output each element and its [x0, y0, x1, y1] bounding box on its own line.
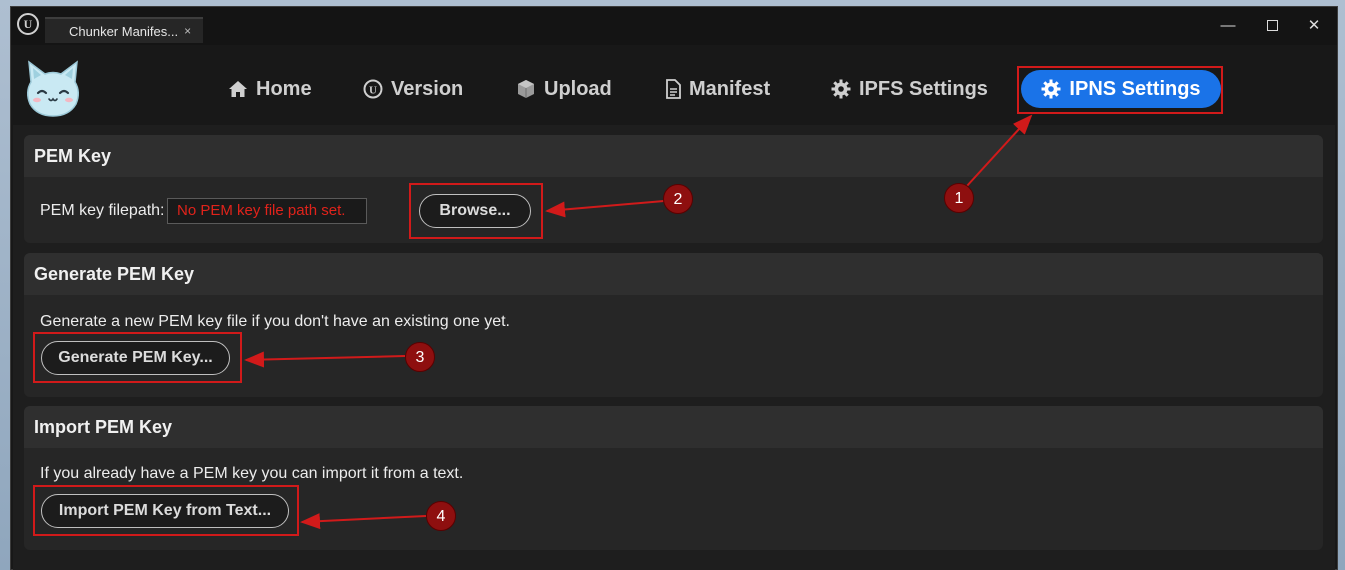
nav-manifest[interactable]: Manifest	[647, 70, 788, 108]
title-bar: U Chunker Manifes... × — ✕	[11, 7, 1337, 45]
annotation-marker-4: 4	[426, 501, 456, 531]
annotation-marker-2: 2	[663, 184, 693, 214]
svg-text:U: U	[369, 85, 377, 97]
annotation-box-ipns-settings	[1017, 66, 1223, 114]
nav-upload[interactable]: Upload	[498, 70, 630, 108]
unreal-logo-icon: U	[363, 79, 383, 99]
maximize-button[interactable]	[1257, 15, 1287, 37]
minimize-button[interactable]: —	[1213, 15, 1243, 37]
pem-key-heading: PEM Key	[24, 135, 1323, 177]
generate-pem-key-heading: Generate PEM Key	[24, 253, 1323, 295]
annotation-box-import	[33, 485, 299, 536]
document-icon	[665, 79, 681, 99]
nav-version-label: Version	[391, 77, 464, 100]
nav-ipfs-settings-label: IPFS Settings	[859, 77, 988, 100]
import-pem-key-heading: Import PEM Key	[24, 406, 1323, 448]
annotation-box-browse	[409, 183, 543, 239]
pem-key-filepath-label: PEM key filepath:	[40, 202, 165, 219]
nav-version[interactable]: U Version	[345, 70, 481, 108]
pem-key-filepath-field[interactable]: No PEM key file path set.	[167, 198, 367, 224]
annotation-marker-1: 1	[944, 183, 974, 213]
generate-pem-key-description: Generate a new PEM key file if you don't…	[40, 313, 510, 330]
close-window-button[interactable]: ✕	[1299, 15, 1329, 37]
document-tab[interactable]: Chunker Manifes... ×	[45, 17, 203, 43]
maximize-icon	[1266, 20, 1278, 31]
import-pem-key-description: If you already have a PEM key you can im…	[40, 465, 464, 482]
nav-home-label: Home	[256, 77, 312, 100]
gear-icon	[831, 79, 851, 99]
home-icon	[228, 80, 248, 98]
document-tab-title: Chunker Manifes...	[69, 23, 179, 39]
tab-close-icon[interactable]: ×	[184, 24, 191, 38]
annotation-box-generate	[33, 332, 242, 383]
nav-manifest-label: Manifest	[689, 77, 771, 100]
cat-logo	[27, 60, 79, 117]
nav-upload-label: Upload	[544, 77, 612, 100]
nav-home[interactable]: Home	[210, 70, 330, 108]
nav-ipfs-settings[interactable]: IPFS Settings	[813, 70, 1006, 108]
unreal-engine-logo-icon: U	[17, 13, 39, 35]
annotation-marker-3: 3	[405, 342, 435, 372]
cube-icon	[516, 79, 536, 99]
